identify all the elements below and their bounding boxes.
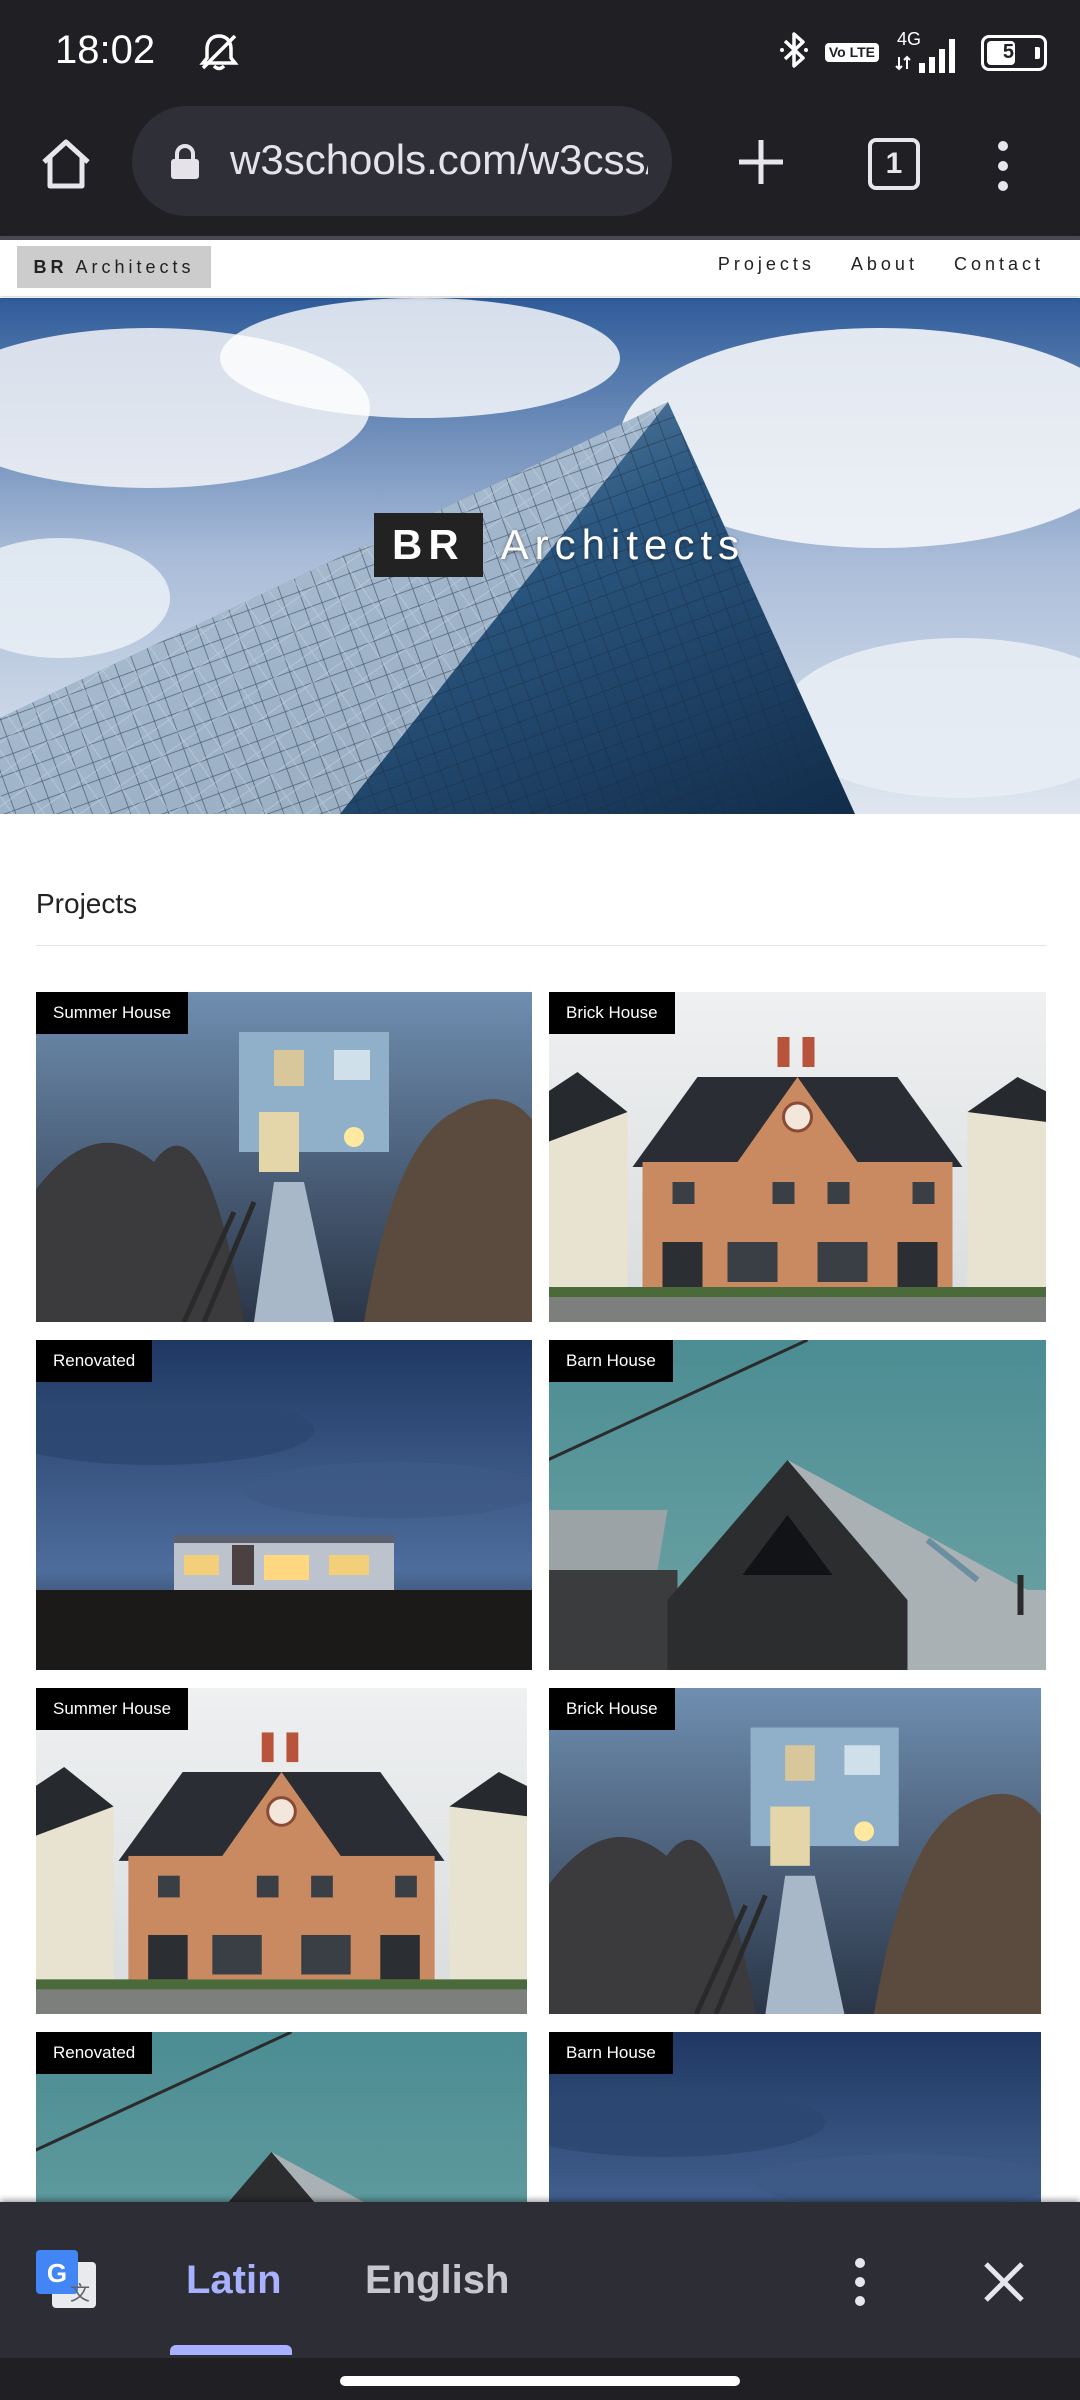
- bluetooth-icon: [779, 30, 809, 75]
- project-image: [549, 1340, 1046, 1670]
- target-language-tab[interactable]: English: [365, 2258, 509, 2303]
- card-label: Renovated: [36, 1340, 153, 1382]
- card-barn-house-2[interactable]: Barn House: [549, 2032, 1041, 2207]
- card-label: Summer House: [36, 992, 189, 1034]
- battery-level: 51: [1002, 41, 1026, 63]
- project-image: [36, 992, 532, 1322]
- nav-contact[interactable]: Contact: [954, 254, 1044, 275]
- project-image: [549, 992, 1046, 1322]
- lock-icon[interactable]: [168, 143, 202, 186]
- section-divider: [36, 945, 1046, 946]
- mute-icon: [197, 32, 241, 77]
- browser-toolbar: w3schools.com/w3css/tryw3css_templates_a…: [0, 104, 1080, 236]
- card-label: Brick House: [549, 992, 675, 1034]
- card-label: Barn House: [549, 1340, 673, 1382]
- source-language-tab[interactable]: Latin: [186, 2258, 282, 2303]
- svg-text:G: G: [47, 2258, 67, 2288]
- section-title: Projects: [36, 888, 138, 919]
- new-tab-icon[interactable]: [733, 134, 789, 195]
- signal-icon: 4G: [895, 29, 965, 73]
- more-options-icon[interactable]: [848, 2254, 872, 2315]
- project-image: [36, 1688, 527, 2014]
- google-translate-icon[interactable]: G 文: [34, 2248, 98, 2317]
- card-label: Renovated: [36, 2032, 153, 2074]
- clock: 18:02: [55, 28, 156, 72]
- card-brick-house[interactable]: Brick House: [549, 992, 1046, 1322]
- url-text[interactable]: w3schools.com/w3css/tryw3css_templates_a…: [230, 136, 648, 184]
- tabs-icon[interactable]: 1: [868, 138, 920, 190]
- home-icon[interactable]: [36, 134, 96, 194]
- close-icon[interactable]: [980, 2254, 1028, 2315]
- card-label: Brick House: [549, 1688, 675, 1730]
- hero-title: BR Architects: [374, 513, 745, 577]
- translate-bar: G 文 Latin English: [0, 2202, 1080, 2358]
- project-image: [549, 1688, 1041, 2014]
- nav-about[interactable]: About: [851, 254, 918, 275]
- url-bar[interactable]: w3schools.com/w3css/tryw3css_templates_a…: [132, 106, 672, 216]
- battery-icon: 51: [981, 34, 1047, 71]
- card-label: Summer House: [36, 1688, 189, 1730]
- more-menu-icon[interactable]: [992, 138, 1014, 199]
- project-image: [36, 1340, 532, 1670]
- card-renovated-2[interactable]: Renovated: [36, 2032, 527, 2207]
- status-bar: 18:02 Vo LTE 4G 51: [0, 0, 1080, 104]
- card-summer-house[interactable]: Summer House: [36, 992, 532, 1322]
- brand-button[interactable]: BR Architects: [17, 246, 211, 288]
- hero-image: BR Architects: [0, 298, 1080, 814]
- card-summer-house-2[interactable]: Summer House: [36, 1688, 527, 2014]
- site-nav: BR Architects Projects About Contact: [0, 240, 1080, 296]
- gesture-nav-bar: [0, 2358, 1080, 2400]
- active-tab-indicator: [170, 2345, 292, 2355]
- home-indicator[interactable]: [340, 2376, 740, 2386]
- volte-icon: Vo LTE: [824, 43, 879, 62]
- card-label: Barn House: [549, 2032, 673, 2074]
- card-brick-house-2[interactable]: Brick House: [549, 1688, 1041, 2014]
- card-renovated[interactable]: Renovated: [36, 1340, 532, 1670]
- svg-text:文: 文: [70, 2281, 90, 2305]
- card-barn-house[interactable]: Barn House: [549, 1340, 1046, 1670]
- nav-projects[interactable]: Projects: [718, 254, 815, 275]
